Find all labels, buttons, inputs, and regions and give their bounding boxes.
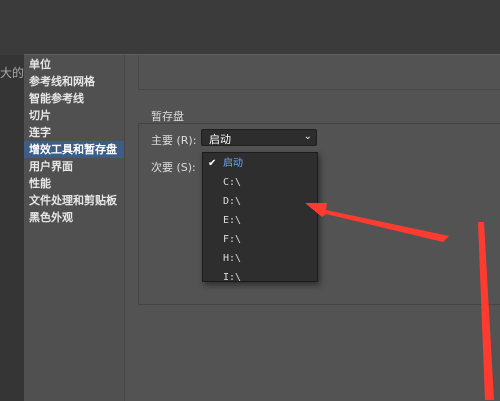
dropdown-option-c[interactable]: C:\ (203, 173, 317, 192)
scratch-disks-section (138, 123, 500, 305)
dropdown-option-i[interactable]: I:\ (203, 268, 317, 287)
dropdown-option-h[interactable]: H:\ (203, 249, 317, 268)
secondary-disk-label: 次要 (S): (151, 161, 196, 174)
disk-dropdown-menu: ✔ 启动 C:\ D:\ E:\ F:\ H:\ I:\ (202, 152, 318, 283)
dropdown-option-d[interactable]: D:\ (203, 192, 317, 211)
sidebar-item-units[interactable]: 单位 (24, 56, 124, 73)
sidebar-item-black-appearance[interactable]: 黑色外观 (24, 209, 124, 226)
sidebar-item-file-handling-clipboard[interactable]: 文件处理和剪贴板 (24, 192, 124, 209)
preferences-sidebar: 单位 参考线和网格 智能参考线 切片 连字 增效工具和暂存盘 用户界面 性能 文… (24, 55, 125, 401)
dropdown-option-f[interactable]: F:\ (203, 230, 317, 249)
dropdown-option-startup[interactable]: ✔ 启动 (203, 154, 317, 173)
checkmark-icon: ✔ (208, 158, 217, 169)
sidebar-item-smart-guides[interactable]: 智能参考线 (24, 90, 124, 107)
sidebar-item-plugins-scratch-disks[interactable]: 增效工具和暂存盘 (24, 141, 124, 158)
plugins-panel (138, 55, 500, 90)
sidebar-item-hyphenation[interactable]: 连字 (24, 124, 124, 141)
sidebar-item-slices[interactable]: 切片 (24, 107, 124, 124)
chevron-down-icon: ⌄ (303, 131, 312, 142)
dropdown-option-label: 启动 (223, 158, 243, 169)
scratch-disks-title: 暂存盘 (151, 110, 184, 123)
primary-disk-select[interactable]: 启动 ⌄ (201, 129, 317, 146)
sidebar-item-user-interface[interactable]: 用户界面 (24, 158, 124, 175)
primary-disk-value: 启动 (209, 133, 231, 146)
sidebar-item-guides-grid[interactable]: 参考线和网格 (24, 73, 124, 90)
background-text-fragment: 大的 (0, 66, 25, 80)
background-top-bar (0, 0, 500, 55)
preferences-dialog: 单位 参考线和网格 智能参考线 切片 连字 增效工具和暂存盘 用户界面 性能 文… (24, 54, 500, 401)
sidebar-item-performance[interactable]: 性能 (24, 175, 124, 192)
primary-disk-label: 主要 (R): (151, 134, 197, 147)
dropdown-option-e[interactable]: E:\ (203, 211, 317, 230)
